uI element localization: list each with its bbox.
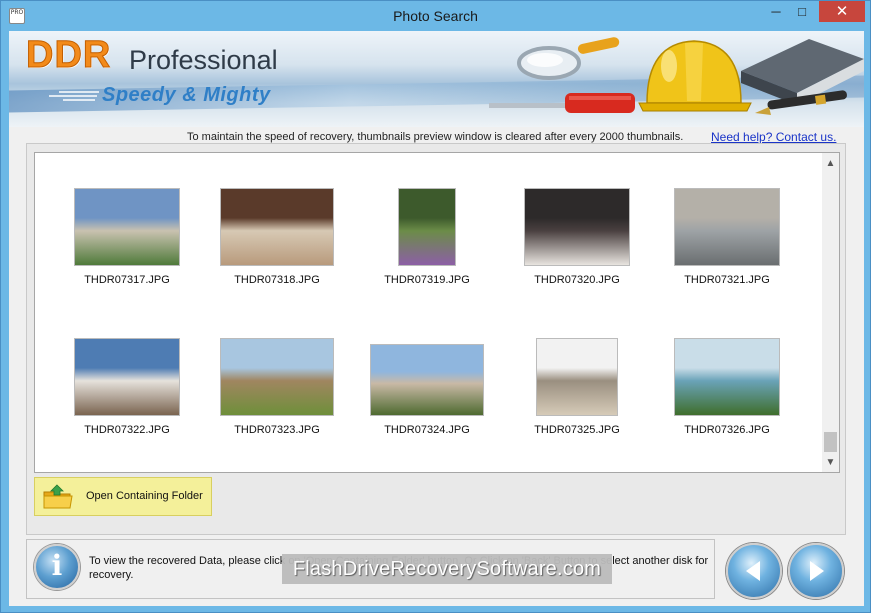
photo-palm-pool-icon[interactable] [674,338,780,416]
back-arrow-icon [746,561,760,581]
photo-group-outdoor-icon[interactable] [370,344,484,416]
thumbnail-filename: THDR07323.JPG [234,424,320,436]
thumbnail-item[interactable]: THDR07325.JPG [502,334,652,464]
thumbnail-item[interactable]: THDR07318.JPG [202,184,352,314]
vertical-scrollbar[interactable]: ▲ ▼ [822,153,839,472]
header-banner: DDR Professional Speedy & Mighty [9,31,864,127]
photo-valley-path-icon[interactable] [220,338,334,416]
photo-purple-flower-icon[interactable] [398,188,456,266]
thumbnail-filename: THDR07318.JPG [234,274,320,286]
scrollbar-thumb[interactable] [824,432,837,452]
brand-edition: Professional [129,45,278,75]
open-containing-folder-button[interactable]: Open Containing Folder [34,477,212,516]
brand-tagline: Speedy & Mighty [102,84,271,106]
tools-illustration [489,37,864,115]
recovery-notice: To maintain the speed of recovery, thumb… [187,131,684,143]
brand-logo: DDR [25,34,112,77]
photo-man-seaside-icon[interactable] [74,338,180,416]
close-button[interactable]: ✕ [819,1,865,22]
thumbnail-item[interactable]: THDR07323.JPG [202,334,352,464]
open-folder-label: Open Containing Folder [86,490,203,502]
next-button[interactable] [788,543,844,599]
website-watermark: FlashDriveRecoverySoftware.com [282,554,612,584]
info-button[interactable]: i [34,544,80,590]
client-area: DDR Professional Speedy & Mighty To main… [9,31,864,606]
speed-lines-icon [49,91,99,101]
window-title: Photo Search [393,8,478,24]
back-button[interactable] [726,543,782,599]
thumbnail-item[interactable]: THDR07319.JPG [352,184,502,314]
hard-hat-icon [638,40,752,112]
photo-dinner-party-icon[interactable] [220,188,334,266]
thumbnail-item[interactable]: THDR07317.JPG [52,184,202,314]
results-panel: THDR07317.JPG THDR07318.JPG THDR07319.JPG T… [26,143,846,535]
photo-apartment-building-icon[interactable] [536,338,618,416]
thumbnail-filename: THDR07324.JPG [384,424,470,436]
thumbnail-filename: THDR07320.JPG [534,274,620,286]
thumbnail-item[interactable]: THDR07321.JPG [652,184,802,314]
photo-house-garden-icon[interactable] [74,188,180,266]
help-contact-link[interactable]: Need help? Contact us. [711,130,836,144]
thumbnail-item[interactable]: THDR07324.JPG [352,334,502,464]
open-folder-icon [43,484,73,509]
thumbnail-grid: THDR07317.JPG THDR07318.JPG THDR07319.JPG T… [35,153,822,472]
minimize-button[interactable]: ─ [763,1,789,22]
thumbnail-filename: THDR07325.JPG [534,424,620,436]
scroll-up-arrow-icon[interactable]: ▲ [822,155,839,172]
thumbnail-view: THDR07317.JPG THDR07318.JPG THDR07319.JPG T… [34,152,840,473]
thumbnail-filename: THDR07319.JPG [384,274,470,286]
thumbnail-filename: THDR07317.JPG [84,274,170,286]
screwdriver-icon [489,93,635,113]
next-arrow-icon [810,561,824,581]
app-window: PRO Photo Search ─ □ ✕ DDR Professional … [0,0,871,613]
photo-street-cafe-icon[interactable] [674,188,780,266]
thumbnail-item[interactable]: THDR07320.JPG [502,184,652,314]
maximize-button[interactable]: □ [789,1,815,22]
scroll-down-arrow-icon[interactable]: ▼ [822,454,839,471]
magnifier-icon [517,37,620,80]
thumbnail-filename: THDR07322.JPG [84,424,170,436]
thumbnail-item[interactable]: THDR07322.JPG [52,334,202,464]
title-bar[interactable]: PRO Photo Search ─ □ ✕ [1,1,870,31]
thumbnail-filename: THDR07321.JPG [684,274,770,286]
photo-group-exhibit-icon[interactable] [524,188,630,266]
thumbnail-filename: THDR07326.JPG [684,424,770,436]
thumbnail-item[interactable]: THDR07326.JPG [652,334,802,464]
